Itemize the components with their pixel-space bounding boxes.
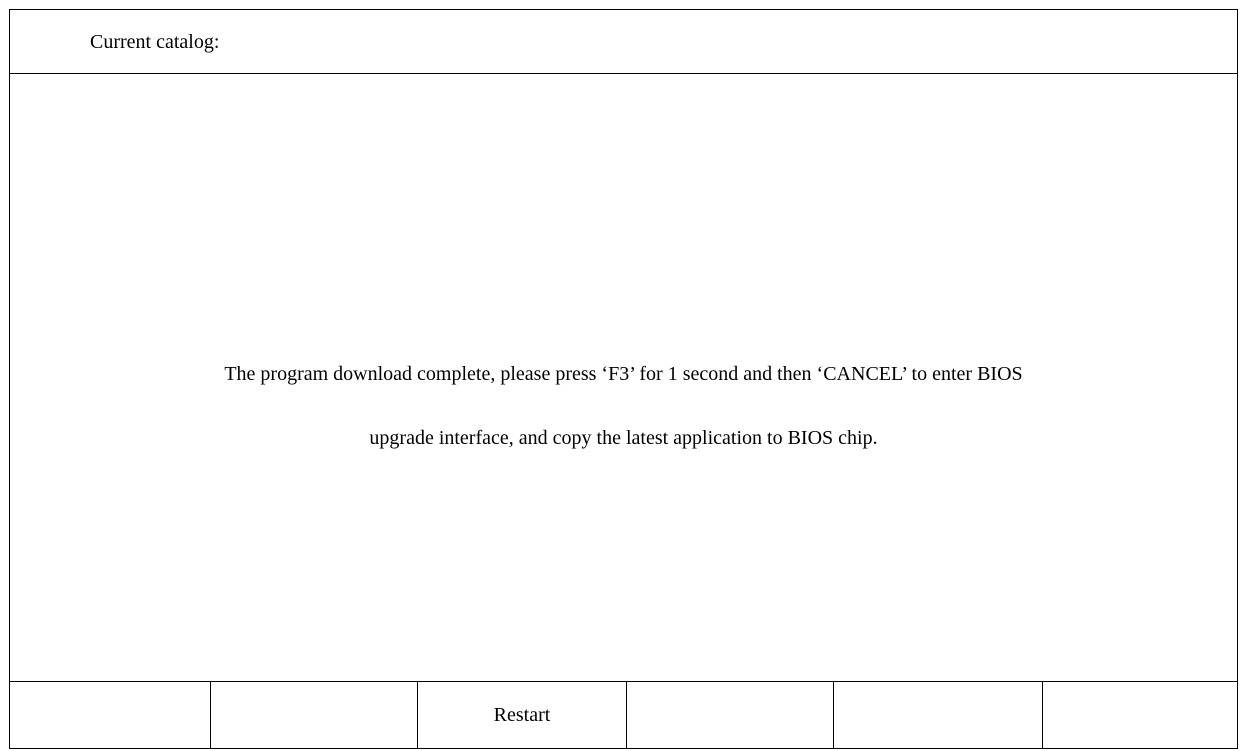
message-area: The program download complete, please pr…	[10, 74, 1237, 682]
status-message-line-1: The program download complete, please pr…	[224, 363, 1023, 385]
upgrade-screen: Current catalog: The program download co…	[9, 9, 1238, 749]
softkey-4[interactable]	[627, 682, 834, 748]
softkey-2[interactable]	[211, 682, 418, 748]
softkey-6[interactable]	[1043, 682, 1239, 748]
status-message-line-2: upgrade interface, and copy the latest a…	[369, 427, 878, 449]
status-message: The program download complete, please pr…	[10, 342, 1237, 470]
restart-softkey[interactable]: Restart	[418, 682, 627, 748]
current-catalog-label: Current catalog:	[90, 31, 220, 53]
softkey-5[interactable]	[834, 682, 1043, 748]
header-bar: Current catalog:	[10, 10, 1237, 74]
softkey-1[interactable]	[10, 682, 211, 748]
softkey-bar: Restart	[10, 681, 1237, 748]
